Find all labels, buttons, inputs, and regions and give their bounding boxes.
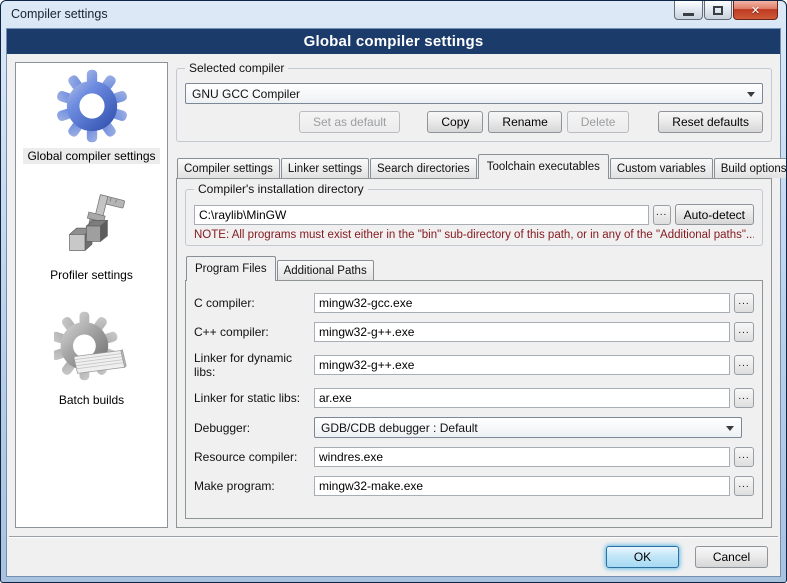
set-as-default-button[interactable]: Set as default xyxy=(299,111,400,133)
installation-directory-input[interactable] xyxy=(194,205,649,225)
rename-button[interactable]: Rename xyxy=(488,111,561,133)
make-program-browse-button[interactable]: ... xyxy=(734,476,754,496)
cpp-compiler-input[interactable] xyxy=(314,322,730,342)
minimize-button[interactable] xyxy=(674,1,703,20)
make-program-input[interactable] xyxy=(314,476,730,496)
maximize-button[interactable] xyxy=(704,1,732,20)
tab-build-options[interactable]: Build options xyxy=(714,158,787,178)
compiler-select[interactable]: GNU GCC Compiler xyxy=(185,83,763,104)
tab-search-directories[interactable]: Search directories xyxy=(370,158,477,178)
program-files-tabstrip: Program Files Additional Paths xyxy=(185,256,763,280)
resource-compiler-label: Resource compiler: xyxy=(194,450,314,464)
debugger-label: Debugger: xyxy=(194,421,314,435)
c-compiler-browse-button[interactable]: ... xyxy=(734,293,754,313)
delete-button[interactable]: Delete xyxy=(567,111,630,133)
installation-directory-legend: Compiler's installation directory xyxy=(194,182,368,196)
linker-dynamic-input[interactable] xyxy=(314,355,730,375)
c-compiler-label: C compiler: xyxy=(194,296,314,310)
selected-compiler-legend: Selected compiler xyxy=(185,61,288,75)
tab-toolchain-executables[interactable]: Toolchain executables xyxy=(478,154,609,179)
reset-defaults-button[interactable]: Reset defaults xyxy=(658,111,763,133)
cpp-compiler-label: C++ compiler: xyxy=(194,325,314,339)
make-program-label: Make program: xyxy=(194,479,314,493)
tab-additional-paths[interactable]: Additional Paths xyxy=(277,260,374,280)
close-icon: ✕ xyxy=(751,4,760,17)
window-title: Compiler settings xyxy=(11,7,108,21)
window-controls: ✕ xyxy=(674,1,778,20)
installation-note: NOTE: All programs must exist either in … xyxy=(194,229,754,241)
sidebar-item-profiler-settings[interactable]: Profiler settings xyxy=(46,267,137,283)
titlebar[interactable]: Compiler settings ✕ xyxy=(1,1,786,28)
resource-compiler-browse-button[interactable]: ... xyxy=(734,447,754,467)
linker-static-input[interactable] xyxy=(314,388,730,408)
maximize-icon xyxy=(713,6,723,15)
c-compiler-input[interactable] xyxy=(314,293,730,313)
linker-static-label: Linker for static libs: xyxy=(194,391,314,405)
resource-compiler-input[interactable] xyxy=(314,447,730,467)
chevron-down-icon xyxy=(747,92,755,97)
installation-directory-browse-button[interactable]: ... xyxy=(653,205,671,225)
tab-linker-settings[interactable]: Linker settings xyxy=(281,158,369,178)
gray-gear-papers-icon[interactable] xyxy=(54,311,130,387)
settings-tabstrip: Compiler settings Linker settings Search… xyxy=(176,152,772,178)
settings-category-list: Global compiler settings xyxy=(15,62,168,528)
linker-dynamic-label: Linker for dynamic libs: xyxy=(194,351,314,379)
program-files-page: C compiler: ... C++ compiler: ... Linker… xyxy=(185,280,763,519)
dialog-surface: Global compiler settings xyxy=(6,28,781,577)
linker-dynamic-browse-button[interactable]: ... xyxy=(734,355,754,375)
minimize-icon xyxy=(683,13,694,16)
tab-compiler-settings[interactable]: Compiler settings xyxy=(177,158,280,178)
copy-button[interactable]: Copy xyxy=(427,111,483,133)
tab-custom-variables[interactable]: Custom variables xyxy=(610,158,713,178)
toolchain-executables-page: Compiler's installation directory ... Au… xyxy=(176,178,772,528)
sidebar-item-global-compiler-settings[interactable]: Global compiler settings xyxy=(23,148,159,164)
installation-directory-group: Compiler's installation directory ... Au… xyxy=(185,189,763,246)
blue-gear-icon[interactable] xyxy=(55,69,129,143)
page-title: Global compiler settings xyxy=(7,29,780,54)
cancel-button[interactable]: Cancel xyxy=(695,546,768,568)
compiler-settings-window: Compiler settings ✕ Global compiler sett… xyxy=(0,0,787,583)
sidebar-item-batch-builds[interactable]: Batch builds xyxy=(55,392,128,408)
auto-detect-button[interactable]: Auto-detect xyxy=(675,204,754,225)
caliper-cubes-icon[interactable] xyxy=(57,190,127,262)
footer: OK Cancel xyxy=(7,538,780,576)
cpp-compiler-browse-button[interactable]: ... xyxy=(734,322,754,342)
debugger-select[interactable]: GDB/CDB debugger : Default xyxy=(314,417,742,438)
linker-static-browse-button[interactable]: ... xyxy=(734,388,754,408)
ok-button[interactable]: OK xyxy=(606,546,679,568)
tab-program-files[interactable]: Program Files xyxy=(186,256,276,281)
selected-compiler-group: Selected compiler GNU GCC Compiler Set a… xyxy=(176,68,772,142)
close-button[interactable]: ✕ xyxy=(733,1,778,20)
debugger-select-value: GDB/CDB debugger : Default xyxy=(321,421,478,435)
chevron-down-icon xyxy=(726,426,734,431)
compiler-select-value: GNU GCC Compiler xyxy=(192,87,300,101)
